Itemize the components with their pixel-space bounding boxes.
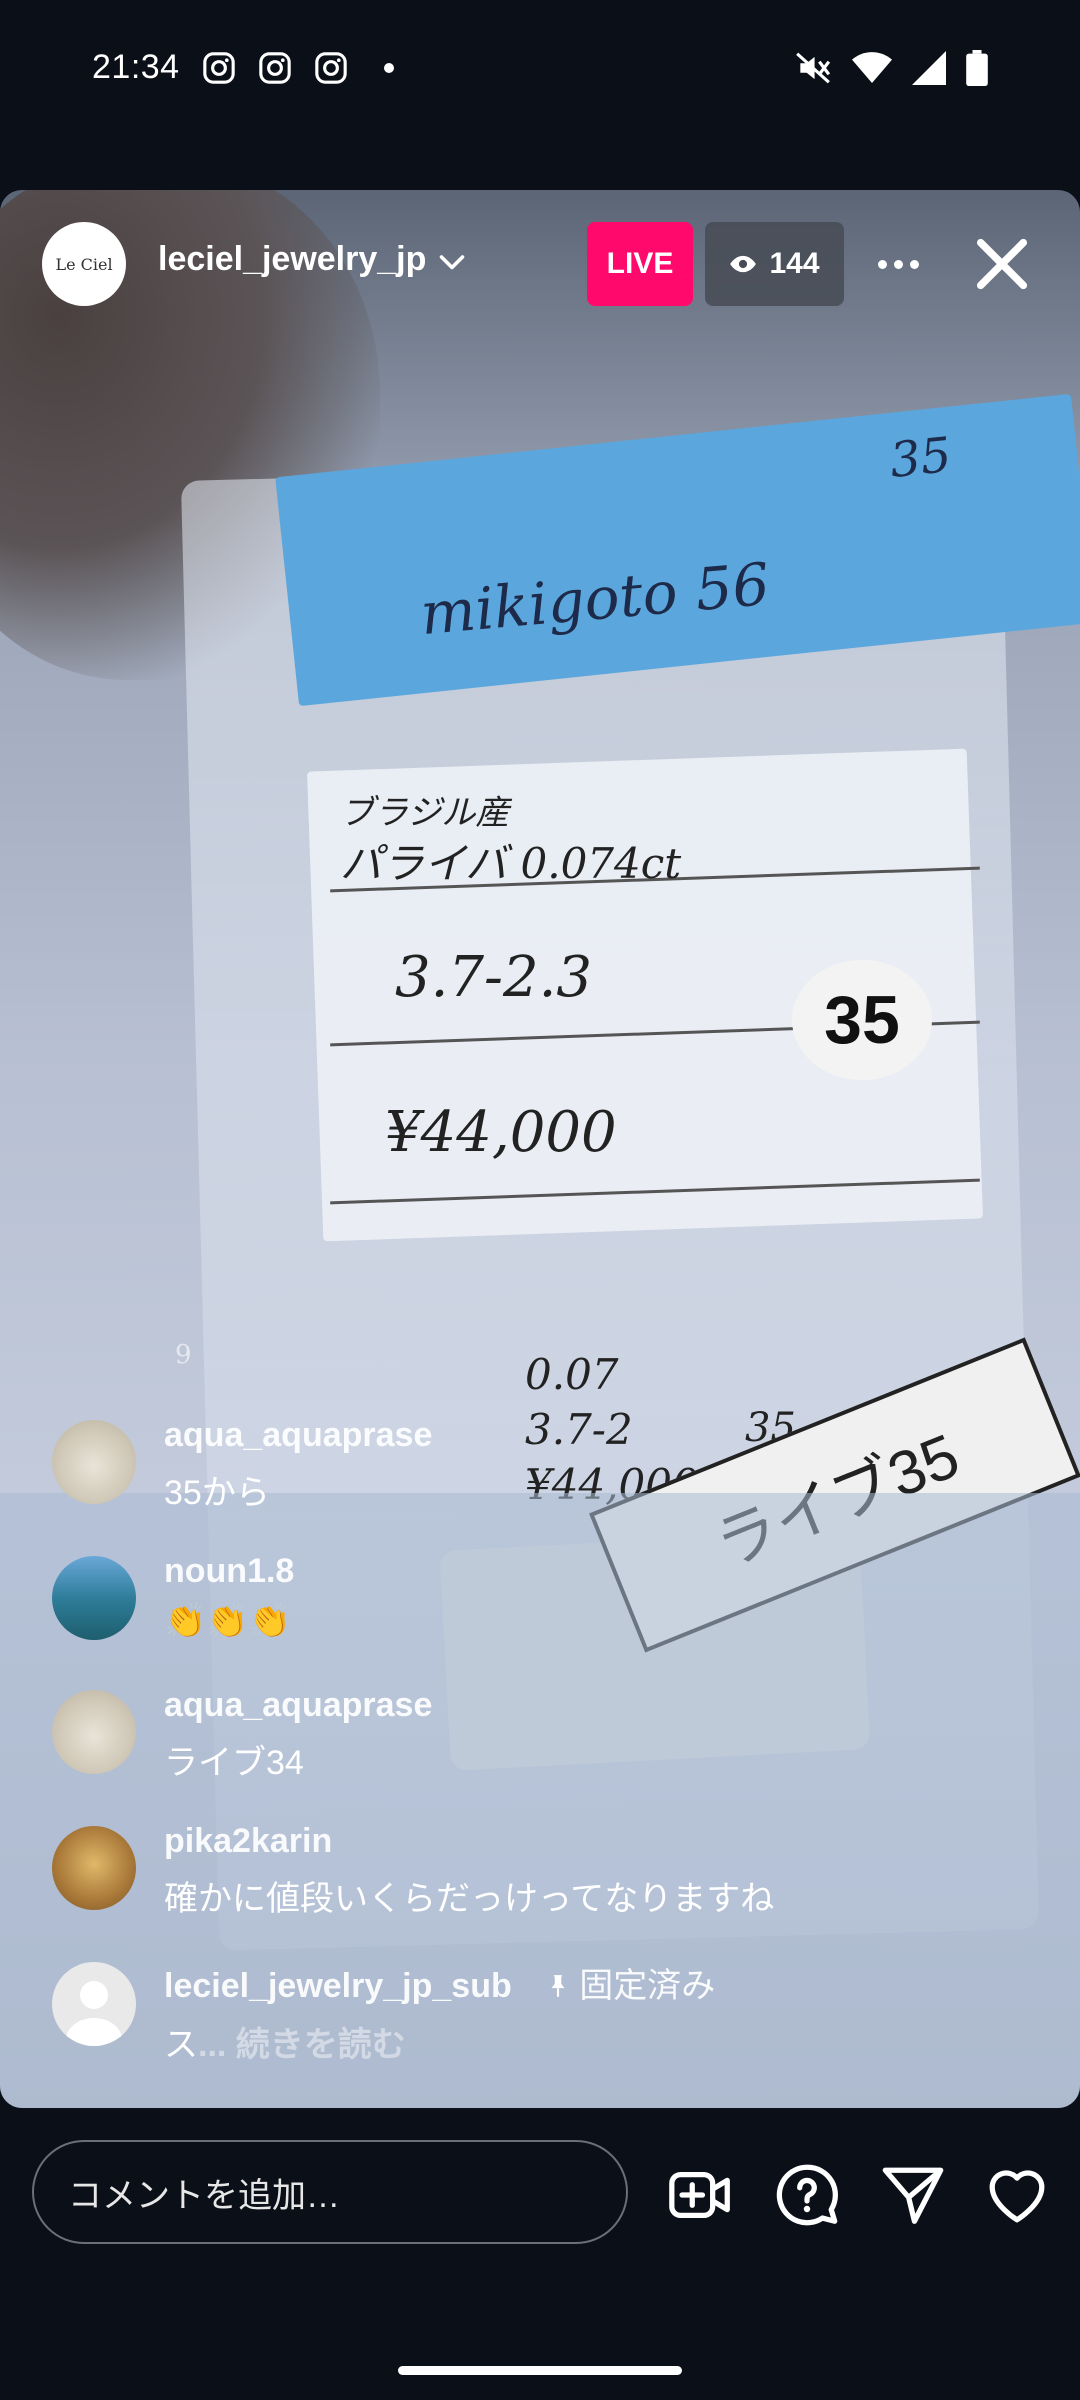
more-options-button[interactable] xyxy=(868,232,928,296)
send-icon[interactable] xyxy=(878,2160,948,2230)
small-card-line1: 0.07 xyxy=(525,1350,619,1399)
chevron-down-icon[interactable] xyxy=(434,245,470,281)
pinned-label: 固定済み xyxy=(579,1967,716,2005)
pinned-comment-text: ス xyxy=(164,2026,198,2064)
label-origin: ブラジル産 xyxy=(340,793,510,833)
eye-icon xyxy=(730,255,757,273)
wifi-icon xyxy=(852,51,892,83)
viewer-count: 144 xyxy=(769,247,820,280)
instagram-icon xyxy=(314,51,347,84)
comment-username[interactable]: pika2karin xyxy=(164,1822,774,1861)
read-more-link[interactable]: ... 続きを読む xyxy=(198,2026,406,2064)
label-size: 3.7-2.3 xyxy=(395,945,593,1010)
small-card-line2: 3.7-2 xyxy=(525,1405,633,1454)
pin-icon xyxy=(551,1975,565,1997)
comment-avatar[interactable] xyxy=(52,1556,136,1640)
viewer-count-badge[interactable]: 144 xyxy=(705,222,844,306)
comment-item[interactable]: pika2karin 確かに値段いくらだっけってなりますね xyxy=(52,1822,775,1920)
heart-icon[interactable] xyxy=(982,2160,1052,2230)
instagram-icon xyxy=(258,51,291,84)
signal-icon xyxy=(912,50,946,85)
home-indicator[interactable] xyxy=(398,2366,682,2375)
comment-text: 確かに値段いくらだっけってなりますね xyxy=(164,1880,775,1918)
notification-dot-icon xyxy=(383,62,394,73)
status-time: 21:34 xyxy=(92,48,180,86)
add-video-icon[interactable] xyxy=(666,2160,736,2230)
default-avatar-icon xyxy=(66,1981,122,2046)
host-name[interactable]: leciel_jewelry_jp xyxy=(158,240,426,279)
comment-username: leciel_jewelry_jp_sub 固定済み xyxy=(164,1958,715,2007)
comment-avatar[interactable] xyxy=(52,1962,136,2046)
number-sticker: 35 xyxy=(792,960,932,1080)
comment-username[interactable]: noun1.8 xyxy=(164,1552,294,1591)
status-bar: 21:34 xyxy=(0,0,1080,135)
comment-username[interactable]: aqua_aquaprase xyxy=(164,1686,432,1725)
instagram-icon xyxy=(202,51,235,84)
tape-number: 35 xyxy=(887,426,954,490)
side-mark: 9 xyxy=(175,1340,192,1370)
close-icon[interactable] xyxy=(970,228,1034,300)
label-stone: パライバ 0.074ct xyxy=(340,839,682,888)
comment-text: ス... 続きを読む xyxy=(164,2017,715,2066)
comment-item[interactable]: aqua_aquaprase 35から xyxy=(52,1416,432,1514)
pinned-indicator: 固定済み xyxy=(545,1967,715,2005)
host-avatar[interactable]: Le Ciel xyxy=(42,222,126,306)
comment-text: 35から xyxy=(164,1474,270,1512)
battery-icon xyxy=(966,49,988,86)
comment-item[interactable]: aqua_aquaprase ライブ34 xyxy=(52,1686,432,1784)
comment-item[interactable]: noun1.8 👏👏👏 xyxy=(52,1552,294,1641)
comment-input[interactable]: コメントを追加… xyxy=(32,2140,628,2244)
live-video[interactable]: mikigoto 56 35 ブラジル産 パライバ 0.074ct 35 3.7… xyxy=(0,190,1080,2108)
host-logo-text: Le Ciel xyxy=(55,254,113,274)
pinned-comment[interactable]: leciel_jewelry_jp_sub 固定済み ス... 続きを読む xyxy=(52,1962,715,2066)
comment-avatar[interactable] xyxy=(52,1826,136,1910)
comment-avatar[interactable] xyxy=(52,1690,136,1774)
comment-username-text[interactable]: leciel_jewelry_jp_sub xyxy=(164,1967,512,2005)
comment-avatar[interactable] xyxy=(52,1420,136,1504)
comment-username[interactable]: aqua_aquaprase xyxy=(164,1416,432,1455)
label-price: ¥44,000 xyxy=(385,1100,617,1165)
mute-icon xyxy=(796,52,831,83)
comment-text: ライブ34 xyxy=(164,1744,304,1782)
question-icon[interactable] xyxy=(772,2160,842,2230)
comment-text: 👏👏👏 xyxy=(164,1602,292,1640)
live-badge: LIVE xyxy=(587,222,693,306)
